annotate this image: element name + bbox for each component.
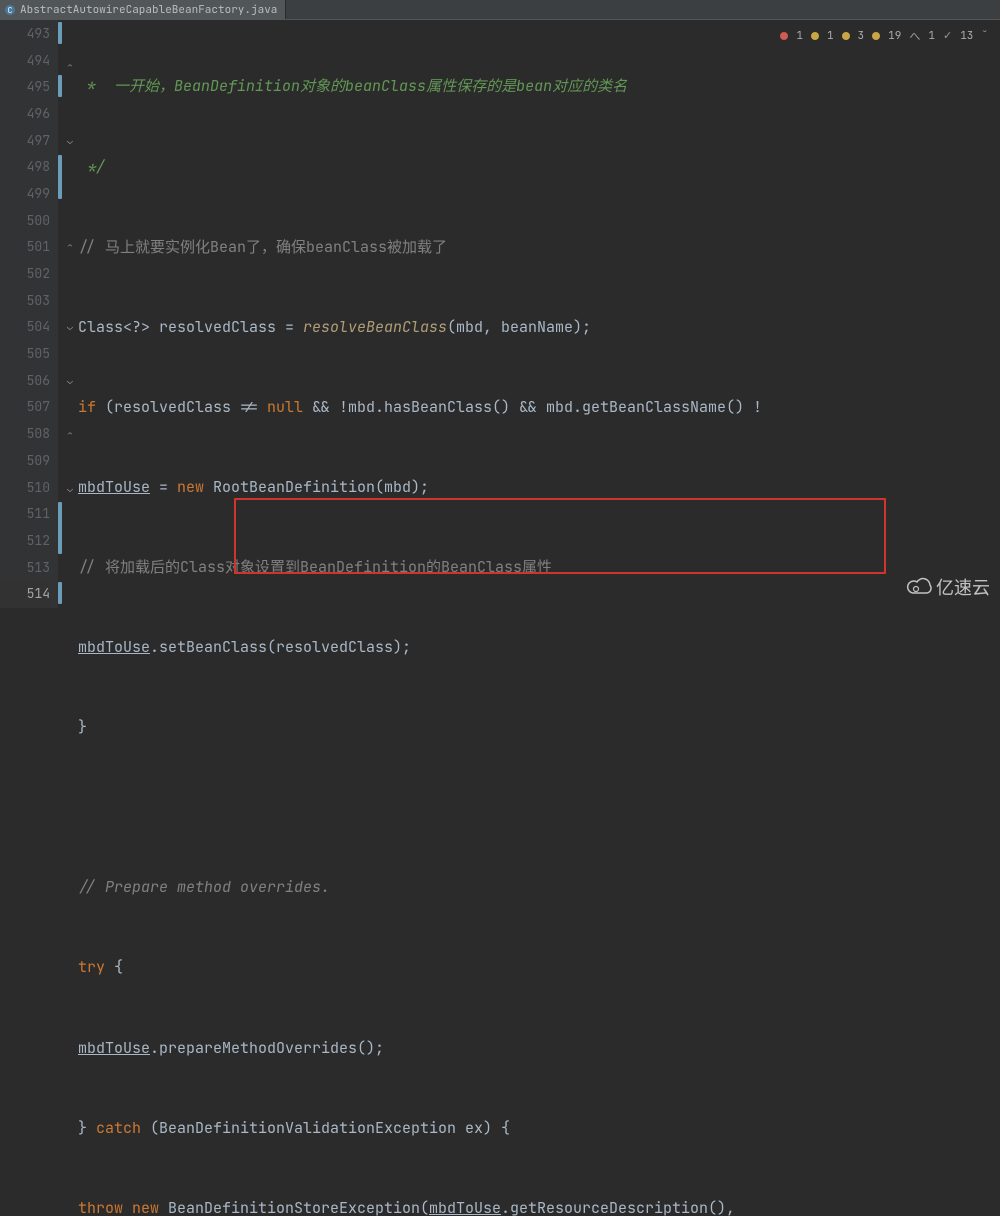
line-number: 493 bbox=[0, 20, 50, 47]
code-line: try { bbox=[78, 954, 1000, 981]
fold-start-icon[interactable]: ⌄ bbox=[65, 484, 75, 494]
code-line: // 马上就要实例化Bean了，确保beanClass被加载了 bbox=[78, 234, 1000, 261]
tab-filename: AbstractAutowireCapableBeanFactory.java bbox=[20, 3, 277, 17]
code-line bbox=[78, 794, 1000, 821]
code-editor[interactable]: 493 494 495 496 497 498 499 500 501 502 … bbox=[0, 20, 1000, 608]
line-number: 505 bbox=[0, 340, 50, 367]
line-number: 497 bbox=[0, 127, 50, 154]
code-line: */ bbox=[78, 154, 1000, 181]
watermark-text: 亿速云 bbox=[936, 574, 990, 600]
line-number: 508 bbox=[0, 420, 50, 447]
code-line: } bbox=[78, 714, 1000, 741]
code-line: // 将加载后的Class对象设置到BeanDefinition的BeanCla… bbox=[78, 554, 1000, 581]
warn-icon-2 bbox=[842, 32, 850, 40]
line-number-gutter: 493 494 495 496 497 498 499 500 501 502 … bbox=[0, 20, 58, 608]
warn-icon bbox=[811, 32, 819, 40]
warn-count-2: 3 bbox=[858, 29, 865, 43]
fold-end-icon[interactable]: ⌃ bbox=[65, 242, 75, 252]
line-number: 503 bbox=[0, 287, 50, 314]
chevron-icon: ˇ bbox=[981, 29, 988, 43]
inspection-summary[interactable]: 1 1 3 19 へ1 ✓13 ˇ bbox=[780, 28, 988, 44]
line-number: 513 bbox=[0, 554, 50, 581]
error-icon bbox=[780, 32, 788, 40]
warn-icon-3 bbox=[872, 32, 880, 40]
code-line: throw new BeanDefinitionStoreException(m… bbox=[78, 1195, 1000, 1216]
code-line: mbdToUse = new RootBeanDefinition(mbd); bbox=[78, 474, 1000, 501]
line-number: 501 bbox=[0, 234, 50, 261]
code-line: if (resolvedClass != null && !mbd.hasBea… bbox=[78, 394, 1000, 421]
fold-end-icon[interactable]: ⌃ bbox=[65, 430, 75, 440]
typo-count: 13 bbox=[960, 29, 973, 43]
code-line: Class<?> resolvedClass = resolveBeanClas… bbox=[78, 314, 1000, 341]
warn-count-3: 19 bbox=[888, 29, 901, 43]
info-count: 1 bbox=[928, 29, 935, 43]
code-line: // Prepare method overrides. bbox=[78, 874, 1000, 901]
line-number: 506 bbox=[0, 367, 50, 394]
watermark: 亿速云 bbox=[906, 574, 990, 600]
info-icon: へ bbox=[909, 28, 920, 44]
line-number: 512 bbox=[0, 527, 50, 554]
code-line: } catch (BeanDefinitionValidationExcepti… bbox=[78, 1115, 1000, 1142]
svg-text:C: C bbox=[8, 6, 13, 16]
editor-tab[interactable]: C AbstractAutowireCapableBeanFactory.jav… bbox=[0, 0, 286, 19]
warn-count-1: 1 bbox=[827, 29, 834, 43]
line-number: 511 bbox=[0, 500, 50, 527]
vcs-change-marker[interactable] bbox=[58, 22, 62, 44]
code-area[interactable]: * 一开始，BeanDefinition对象的beanClass属性保存的是be… bbox=[78, 20, 1000, 608]
line-number: 494 bbox=[0, 47, 50, 74]
fold-gutter: ⌃ ⌄ ⌃ ⌄ ⌄ ⌃ ⌄ bbox=[64, 20, 78, 608]
line-number: 504 bbox=[0, 314, 50, 341]
vcs-change-marker[interactable] bbox=[58, 75, 62, 97]
tab-bar: C AbstractAutowireCapableBeanFactory.jav… bbox=[0, 0, 1000, 20]
code-line: mbdToUse.setBeanClass(resolvedClass); bbox=[78, 634, 1000, 661]
code-line: * 一开始，BeanDefinition对象的beanClass属性保存的是be… bbox=[78, 73, 1000, 100]
line-number: 500 bbox=[0, 207, 50, 234]
line-number: 496 bbox=[0, 100, 50, 127]
line-number: 509 bbox=[0, 447, 50, 474]
java-class-icon: C bbox=[4, 4, 16, 16]
vcs-change-marker[interactable] bbox=[58, 502, 62, 554]
fold-start-icon[interactable]: ⌄ bbox=[65, 322, 75, 332]
line-number: 499 bbox=[0, 180, 50, 207]
typo-icon: ✓ bbox=[943, 29, 952, 43]
line-number: 502 bbox=[0, 260, 50, 287]
fold-end-icon[interactable]: ⌃ bbox=[65, 62, 75, 72]
vcs-change-marker[interactable] bbox=[58, 582, 62, 604]
line-number: 495 bbox=[0, 73, 50, 100]
fold-start-icon[interactable]: ⌄ bbox=[65, 136, 75, 146]
cloud-icon bbox=[906, 577, 932, 597]
line-number: 498 bbox=[0, 153, 50, 180]
fold-start-icon[interactable]: ⌄ bbox=[65, 376, 75, 386]
vcs-change-marker[interactable] bbox=[58, 155, 62, 199]
line-number: 510 bbox=[0, 474, 50, 501]
error-count: 1 bbox=[796, 29, 803, 43]
line-number: 514 bbox=[0, 580, 50, 607]
line-number: 507 bbox=[0, 394, 50, 421]
code-line: mbdToUse.prepareMethodOverrides(); bbox=[78, 1035, 1000, 1062]
